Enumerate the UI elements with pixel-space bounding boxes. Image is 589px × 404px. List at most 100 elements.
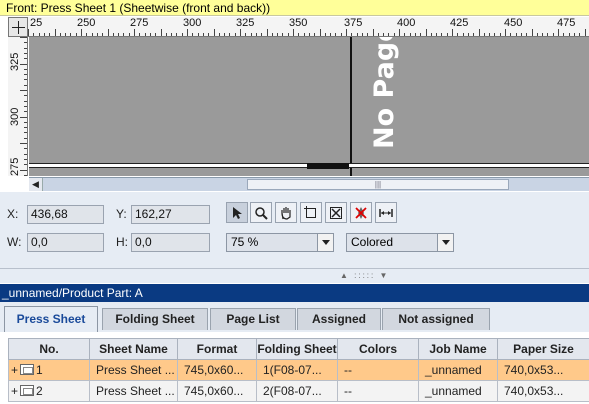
ruler-tick — [28, 29, 29, 36]
sheet-canvas[interactable]: No Page — [29, 37, 589, 176]
ruler-tick — [24, 132, 27, 134]
hand-tool-icon — [281, 206, 291, 220]
ruler-tick — [319, 29, 321, 36]
tab-press-sheet[interactable]: Press Sheet — [4, 306, 98, 332]
sheet-icon — [20, 364, 35, 375]
mark-tool-icon — [355, 206, 367, 219]
ruler-tick — [346, 29, 347, 36]
product-part-title: _unnamed/Product Part: A — [0, 284, 589, 302]
column-header[interactable]: Format — [177, 338, 257, 360]
ruler-tick — [399, 29, 400, 36]
column-header[interactable]: Colors — [337, 338, 419, 360]
column-header[interactable]: Folding Sheet — [256, 338, 338, 360]
x-label: X: — [7, 207, 19, 221]
ruler-tick — [20, 143, 27, 144]
ruler-tick — [24, 105, 27, 107]
sheet-name-cell: Press Sheet ... — [89, 359, 178, 381]
ruler-label: 275 — [9, 157, 21, 176]
ruler-tick — [24, 95, 27, 97]
ruler-tick — [240, 29, 241, 36]
ruler-label: 275 — [130, 17, 149, 29]
ruler-tick — [134, 29, 135, 36]
hand-tool-button[interactable] — [275, 202, 297, 223]
zoom-tool-button[interactable] — [250, 202, 272, 223]
column-header[interactable]: Paper Size — [497, 338, 589, 360]
column-header[interactable]: Sheet Name — [89, 338, 178, 360]
mark-tool-button[interactable] — [350, 202, 372, 223]
sheet-mark — [307, 163, 349, 169]
crop-tool-button[interactable] — [325, 202, 347, 223]
column-header[interactable]: Job Name — [418, 338, 498, 360]
splitter-grip-icon[interactable]: ▲ ::::: ▼ — [340, 271, 389, 280]
color-mode-select[interactable]: Colored — [346, 233, 454, 252]
ruler-tick — [24, 148, 27, 150]
ruler-tick — [81, 29, 82, 36]
ruler-tick — [24, 111, 27, 113]
panel-splitter[interactable]: ▲ ::::: ▼ — [0, 268, 589, 283]
frame-tool-button[interactable] — [300, 202, 322, 223]
table-row[interactable]: +2 Press Sheet ... 745,0x60... 2(F08-07.… — [8, 380, 589, 402]
ruler-label: 300 — [183, 17, 202, 29]
table-row[interactable]: +1 Press Sheet ... 745,0x60... 1(F08-07.… — [8, 359, 589, 381]
folding-sheet-cell: 1(F08-07... — [256, 359, 338, 381]
ruler-label: 325 — [9, 52, 21, 71]
job-name-cell: _unnamed — [418, 359, 498, 381]
ruler-tick — [160, 29, 162, 36]
ruler-tick — [478, 29, 480, 36]
x-field[interactable]: 436,68 — [27, 205, 104, 224]
expand-toggle[interactable]: + — [11, 384, 18, 398]
width-field[interactable]: 0,0 — [27, 233, 104, 252]
frame-tool-icon — [304, 205, 316, 218]
tab-assigned[interactable]: Assigned — [297, 308, 381, 330]
ruler-tick — [24, 79, 27, 81]
height-field[interactable]: 0,0 — [131, 233, 210, 252]
measure-tool-button[interactable] — [375, 202, 397, 223]
paper-size-cell: 740,0x53... — [497, 359, 589, 381]
ruler-label: 450 — [504, 17, 523, 29]
ruler-tick — [24, 84, 27, 86]
y-field[interactable]: 162,27 — [131, 205, 210, 224]
tab-strip: Press Sheet Folding Sheet Page List Assi… — [0, 302, 589, 332]
ruler-tick — [20, 116, 27, 118]
ruler-tick — [20, 63, 27, 65]
ruler-tick — [24, 137, 27, 139]
row-number: 1 — [36, 363, 43, 377]
tab-page-list[interactable]: Page List — [210, 308, 296, 330]
horizontal-ruler: 25 250 275 300 325 350 375 400 425 450 4… — [28, 17, 589, 37]
format-cell: 745,0x60... — [177, 380, 257, 402]
pointer-tool-button[interactable] — [226, 202, 248, 223]
colors-cell: -- — [337, 359, 419, 381]
press-sheet-table: No. Sheet Name Format Folding Sheet Colo… — [8, 338, 589, 402]
zoom-select[interactable]: 75 % — [226, 233, 334, 252]
column-header[interactable]: No. — [8, 338, 90, 360]
tab-not-assigned[interactable]: Not assigned — [382, 308, 490, 330]
ruler-tick — [187, 29, 188, 36]
ruler-tick — [24, 153, 27, 155]
expand-toggle[interactable]: + — [11, 363, 18, 377]
ruler-tick — [24, 58, 27, 60]
chevron-down-icon[interactable] — [437, 234, 453, 251]
ruler-tick — [213, 29, 215, 36]
ruler-tick — [107, 29, 109, 36]
ruler-tick — [20, 37, 27, 38]
ruler-tick — [24, 127, 27, 129]
zoom-value: 75 % — [231, 235, 259, 249]
scroll-left-icon[interactable]: ◀ — [29, 178, 43, 191]
ruler-tick — [24, 158, 27, 160]
window-title: Front: Press Sheet 1 (Sheetwise (front a… — [0, 0, 589, 16]
pointer-tool-icon — [233, 206, 242, 219]
ruler-origin-button[interactable] — [8, 17, 28, 37]
tab-folding-sheet[interactable]: Folding Sheet — [102, 308, 208, 330]
row-number-cell[interactable]: +1 — [8, 359, 90, 381]
chevron-down-icon[interactable] — [317, 234, 333, 251]
ruler-tick — [293, 29, 294, 36]
ruler-tick — [558, 29, 559, 36]
ruler-label: 250 — [77, 17, 96, 29]
ruler-tick — [372, 29, 374, 36]
row-number-cell[interactable]: +2 — [8, 380, 90, 402]
ruler-label: 400 — [397, 17, 416, 29]
scrollbar-thumb[interactable]: ||| — [247, 179, 509, 190]
ruler-tick — [584, 29, 586, 36]
horizontal-scrollbar[interactable]: ◀ ||| — [29, 177, 589, 191]
ruler-tick — [24, 47, 27, 49]
